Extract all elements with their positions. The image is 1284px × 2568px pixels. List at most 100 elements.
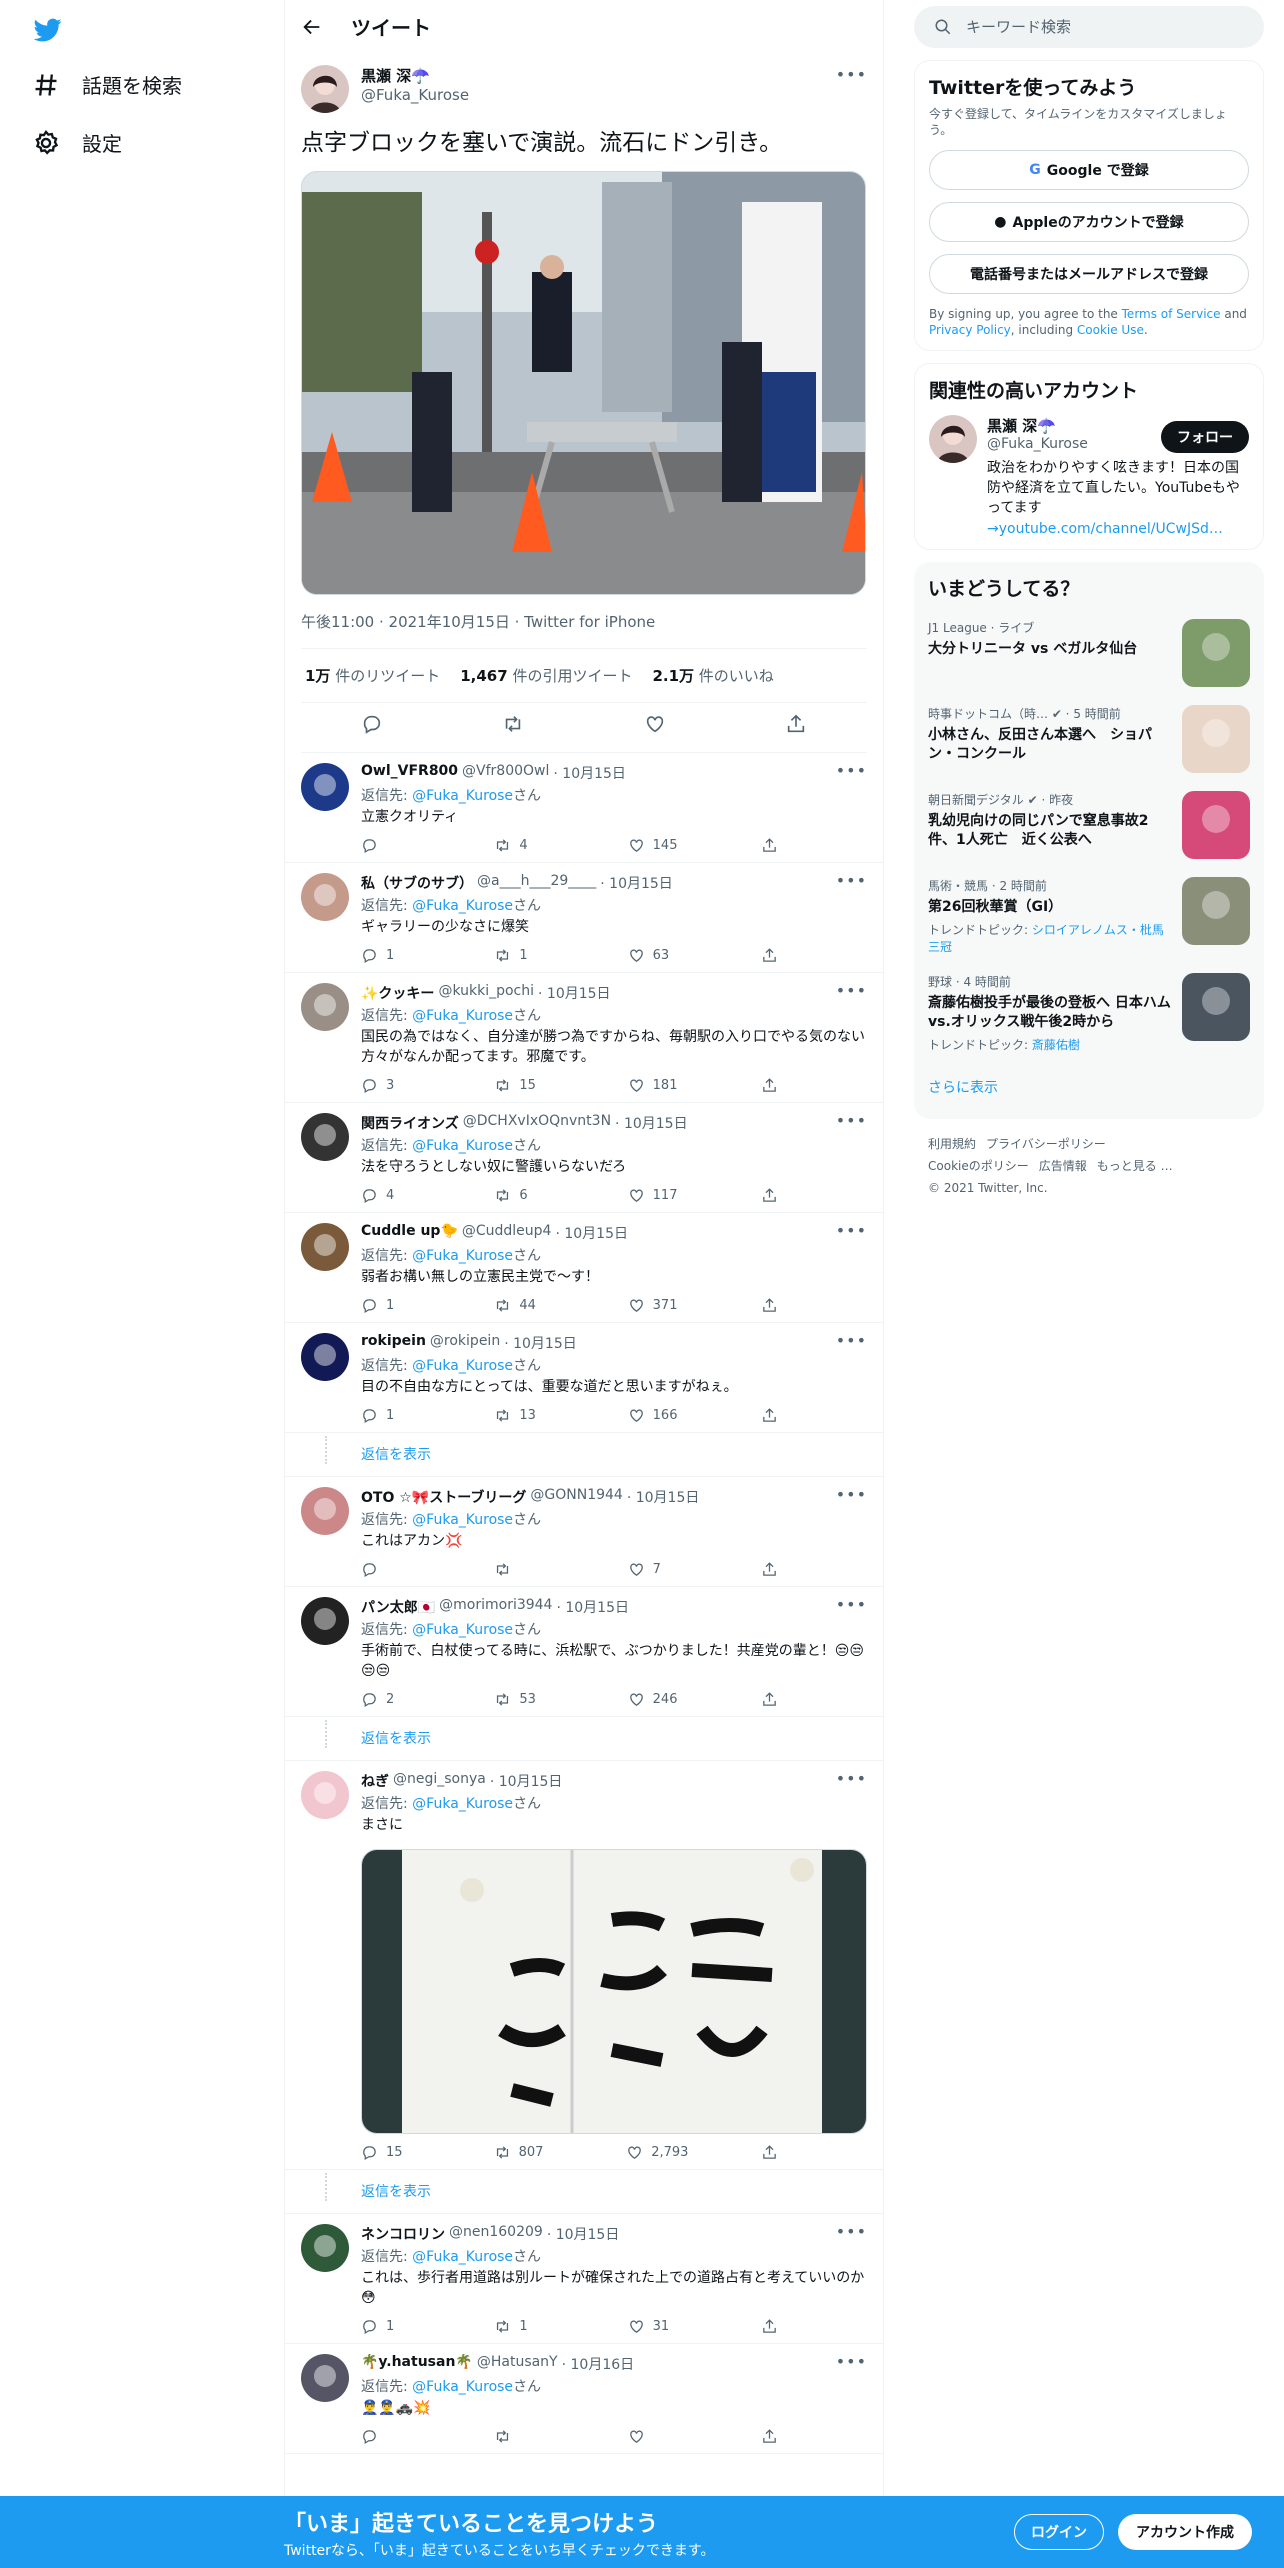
retweet-button[interactable]	[494, 1561, 554, 1578]
like-icon[interactable]	[644, 713, 666, 735]
avatar[interactable]	[301, 873, 349, 921]
reply-tweet[interactable]: rokipein @rokipein · 10月15日 返信先: @Fuka_Kur…	[285, 1323, 883, 1433]
terms-link[interactable]: Terms of Service	[1122, 307, 1221, 321]
reply-date[interactable]: · 10月15日	[547, 2224, 620, 2244]
twitter-logo-icon[interactable]	[32, 16, 64, 44]
mention-link[interactable]: @Fuka_Kurose	[412, 1796, 513, 1812]
share-button[interactable]	[761, 2318, 781, 2335]
cookie-link[interactable]: Cookie Use	[1077, 323, 1144, 337]
phone-signup-button[interactable]: 電話番号またはメールアドレスで登録	[929, 254, 1249, 294]
footer-more[interactable]: もっと見る …	[1097, 1159, 1173, 1173]
reply-author-name[interactable]: ネンコロリン	[361, 2224, 445, 2244]
more-options-icon[interactable]: •••	[836, 981, 867, 1000]
retweet-button[interactable]	[494, 2428, 554, 2445]
share-button[interactable]	[761, 1187, 781, 1204]
author-handle[interactable]: @Fuka_Kurose	[361, 86, 469, 104]
more-options-icon[interactable]: •••	[836, 65, 867, 84]
quote-count[interactable]: 1,467 件の引用ツイート	[460, 665, 632, 686]
show-replies-link[interactable]: 返信を表示	[285, 1716, 883, 1761]
reply-author-name[interactable]: ねぎ	[361, 1771, 389, 1791]
reply-author-name[interactable]: パン太郎🇯🇵	[361, 1597, 435, 1617]
avatar[interactable]	[301, 763, 349, 811]
reply-author-name[interactable]: ✨クッキー	[361, 983, 434, 1003]
reply-tweet[interactable]: ねぎ @negi_sonya · 10月15日 返信先: @Fuka_Kuroseさ…	[285, 1761, 883, 2170]
footer-privacy[interactable]: プライバシーポリシー	[986, 1137, 1106, 1151]
retweet-button[interactable]: 13	[494, 1407, 554, 1424]
more-options-icon[interactable]: •••	[836, 1769, 867, 1788]
retweet-button[interactable]: 44	[494, 1297, 554, 1314]
reply-date[interactable]: · 10月15日	[538, 983, 611, 1003]
share-button[interactable]	[761, 1297, 781, 1314]
avatar[interactable]	[301, 1333, 349, 1381]
retweet-icon[interactable]	[502, 713, 524, 735]
tweet-photo[interactable]	[301, 171, 866, 595]
more-options-icon[interactable]: •••	[836, 761, 867, 780]
retweet-count[interactable]: 1万 件のリツイート	[305, 665, 440, 686]
reply-author-name[interactable]: Cuddle up🐤	[361, 1223, 458, 1243]
share-button[interactable]	[761, 2428, 781, 2445]
avatar[interactable]	[929, 415, 977, 463]
more-options-icon[interactable]: •••	[836, 871, 867, 890]
mention-link[interactable]: @Fuka_Kurose	[412, 1512, 513, 1528]
mention-link[interactable]: @Fuka_Kurose	[412, 1248, 513, 1264]
show-replies-link[interactable]: 返信を表示	[285, 1432, 883, 1477]
trend-item[interactable]: 野球 · 4 時間前 斎藤佑樹投手が最後の登板へ 日本ハムvs.オリックス戦午後…	[928, 973, 1250, 1053]
like-button[interactable]: 31	[628, 2318, 688, 2335]
share-button[interactable]	[761, 837, 781, 854]
reply-tweet[interactable]: 私（サブのサブ） @a___h___29____ · 10月15日 返信先: @Fu…	[285, 863, 883, 973]
reply-date[interactable]: · 10月15日	[600, 873, 673, 893]
avatar[interactable]	[301, 1771, 349, 1819]
avatar[interactable]	[301, 2224, 349, 2272]
trend-item[interactable]: 朝日新聞デジタル ✔ · 昨夜 乳幼児向けの同じパンで窒息事故2件、1人死亡 近…	[928, 791, 1250, 859]
avatar[interactable]	[301, 1113, 349, 1161]
trends-show-more[interactable]: さらに表示	[928, 1077, 1250, 1097]
reply-tweet[interactable]: ✨クッキー @kukki_pochi · 10月15日 返信先: @Fuka_Kur…	[285, 973, 883, 1103]
mention-link[interactable]: @Fuka_Kurose	[412, 1008, 513, 1024]
reply-author-name[interactable]: rokipein	[361, 1333, 426, 1353]
reply-date[interactable]: · 10月15日	[490, 1771, 563, 1791]
more-options-icon[interactable]: •••	[836, 1595, 867, 1614]
search-input[interactable]	[966, 18, 1216, 36]
reply-button[interactable]: 3	[361, 1077, 421, 1094]
retweet-button[interactable]: 1	[494, 2318, 554, 2335]
like-count[interactable]: 2.1万 件のいいね	[652, 665, 773, 686]
reply-button[interactable]: 1	[361, 2318, 421, 2335]
trend-item[interactable]: 時事ドットコム（時… ✔ · 5 時間前 小林さん、反田さん本選へ ショパン・コ…	[928, 705, 1250, 773]
reply-date[interactable]: · 10月15日	[627, 1487, 700, 1507]
retweet-button[interactable]: 53	[494, 1691, 554, 1708]
like-button[interactable]: 166	[628, 1407, 688, 1424]
reply-button[interactable]	[361, 2428, 421, 2445]
mention-link[interactable]: @Fuka_Kurose	[412, 2379, 513, 2395]
avatar[interactable]	[301, 65, 349, 113]
trend-topic-link[interactable]: 斎藤佑樹	[1032, 1038, 1080, 1052]
follow-button[interactable]: フォロー	[1161, 421, 1249, 453]
reply-tweet[interactable]: Cuddle up🐤 @Cuddleup4 · 10月15日 返信先: @Fuka_…	[285, 1213, 883, 1323]
reply-tweet[interactable]: OTO ☆🎀ストーブリーグ @GONN1944 · 10月15日 返信先: @Fuk…	[285, 1477, 883, 1587]
share-button[interactable]	[761, 1691, 781, 1708]
reply-photo[interactable]	[361, 1849, 867, 2134]
mention-link[interactable]: @Fuka_Kurose	[412, 1622, 513, 1638]
like-button[interactable]: 371	[628, 1297, 688, 1314]
like-button[interactable]: 181	[628, 1077, 688, 1094]
more-options-icon[interactable]: •••	[836, 2222, 867, 2241]
reply-button[interactable]: 15	[361, 2144, 421, 2161]
avatar[interactable]	[301, 1223, 349, 1271]
reply-author-handle[interactable]: @rokipein	[430, 1333, 500, 1353]
reply-author-handle[interactable]: @Cuddleup4	[462, 1223, 552, 1243]
reply-date[interactable]: · 10月15日	[504, 1333, 577, 1353]
retweet-button[interactable]: 15	[494, 1077, 554, 1094]
share-button[interactable]	[761, 1561, 781, 1578]
mention-link[interactable]: @Fuka_Kurose	[412, 1138, 513, 1154]
like-button[interactable]: 246	[628, 1691, 688, 1708]
mention-link[interactable]: @Fuka_Kurose	[412, 788, 513, 804]
share-button[interactable]	[761, 947, 781, 964]
retweet-button[interactable]: 1	[494, 947, 554, 964]
reply-button[interactable]	[361, 837, 421, 854]
more-options-icon[interactable]: •••	[836, 1331, 867, 1350]
retweet-button[interactable]: 6	[494, 1187, 554, 1204]
reply-author-handle[interactable]: @kukki_pochi	[438, 983, 534, 1003]
trend-item[interactable]: J1 League · ライブ 大分トリニータ vs ベガルタ仙台	[928, 619, 1250, 687]
reply-author-handle[interactable]: @morimori3944	[439, 1597, 552, 1617]
reply-author-handle[interactable]: @nen160209	[449, 2224, 543, 2244]
retweet-button[interactable]: 4	[494, 837, 554, 854]
